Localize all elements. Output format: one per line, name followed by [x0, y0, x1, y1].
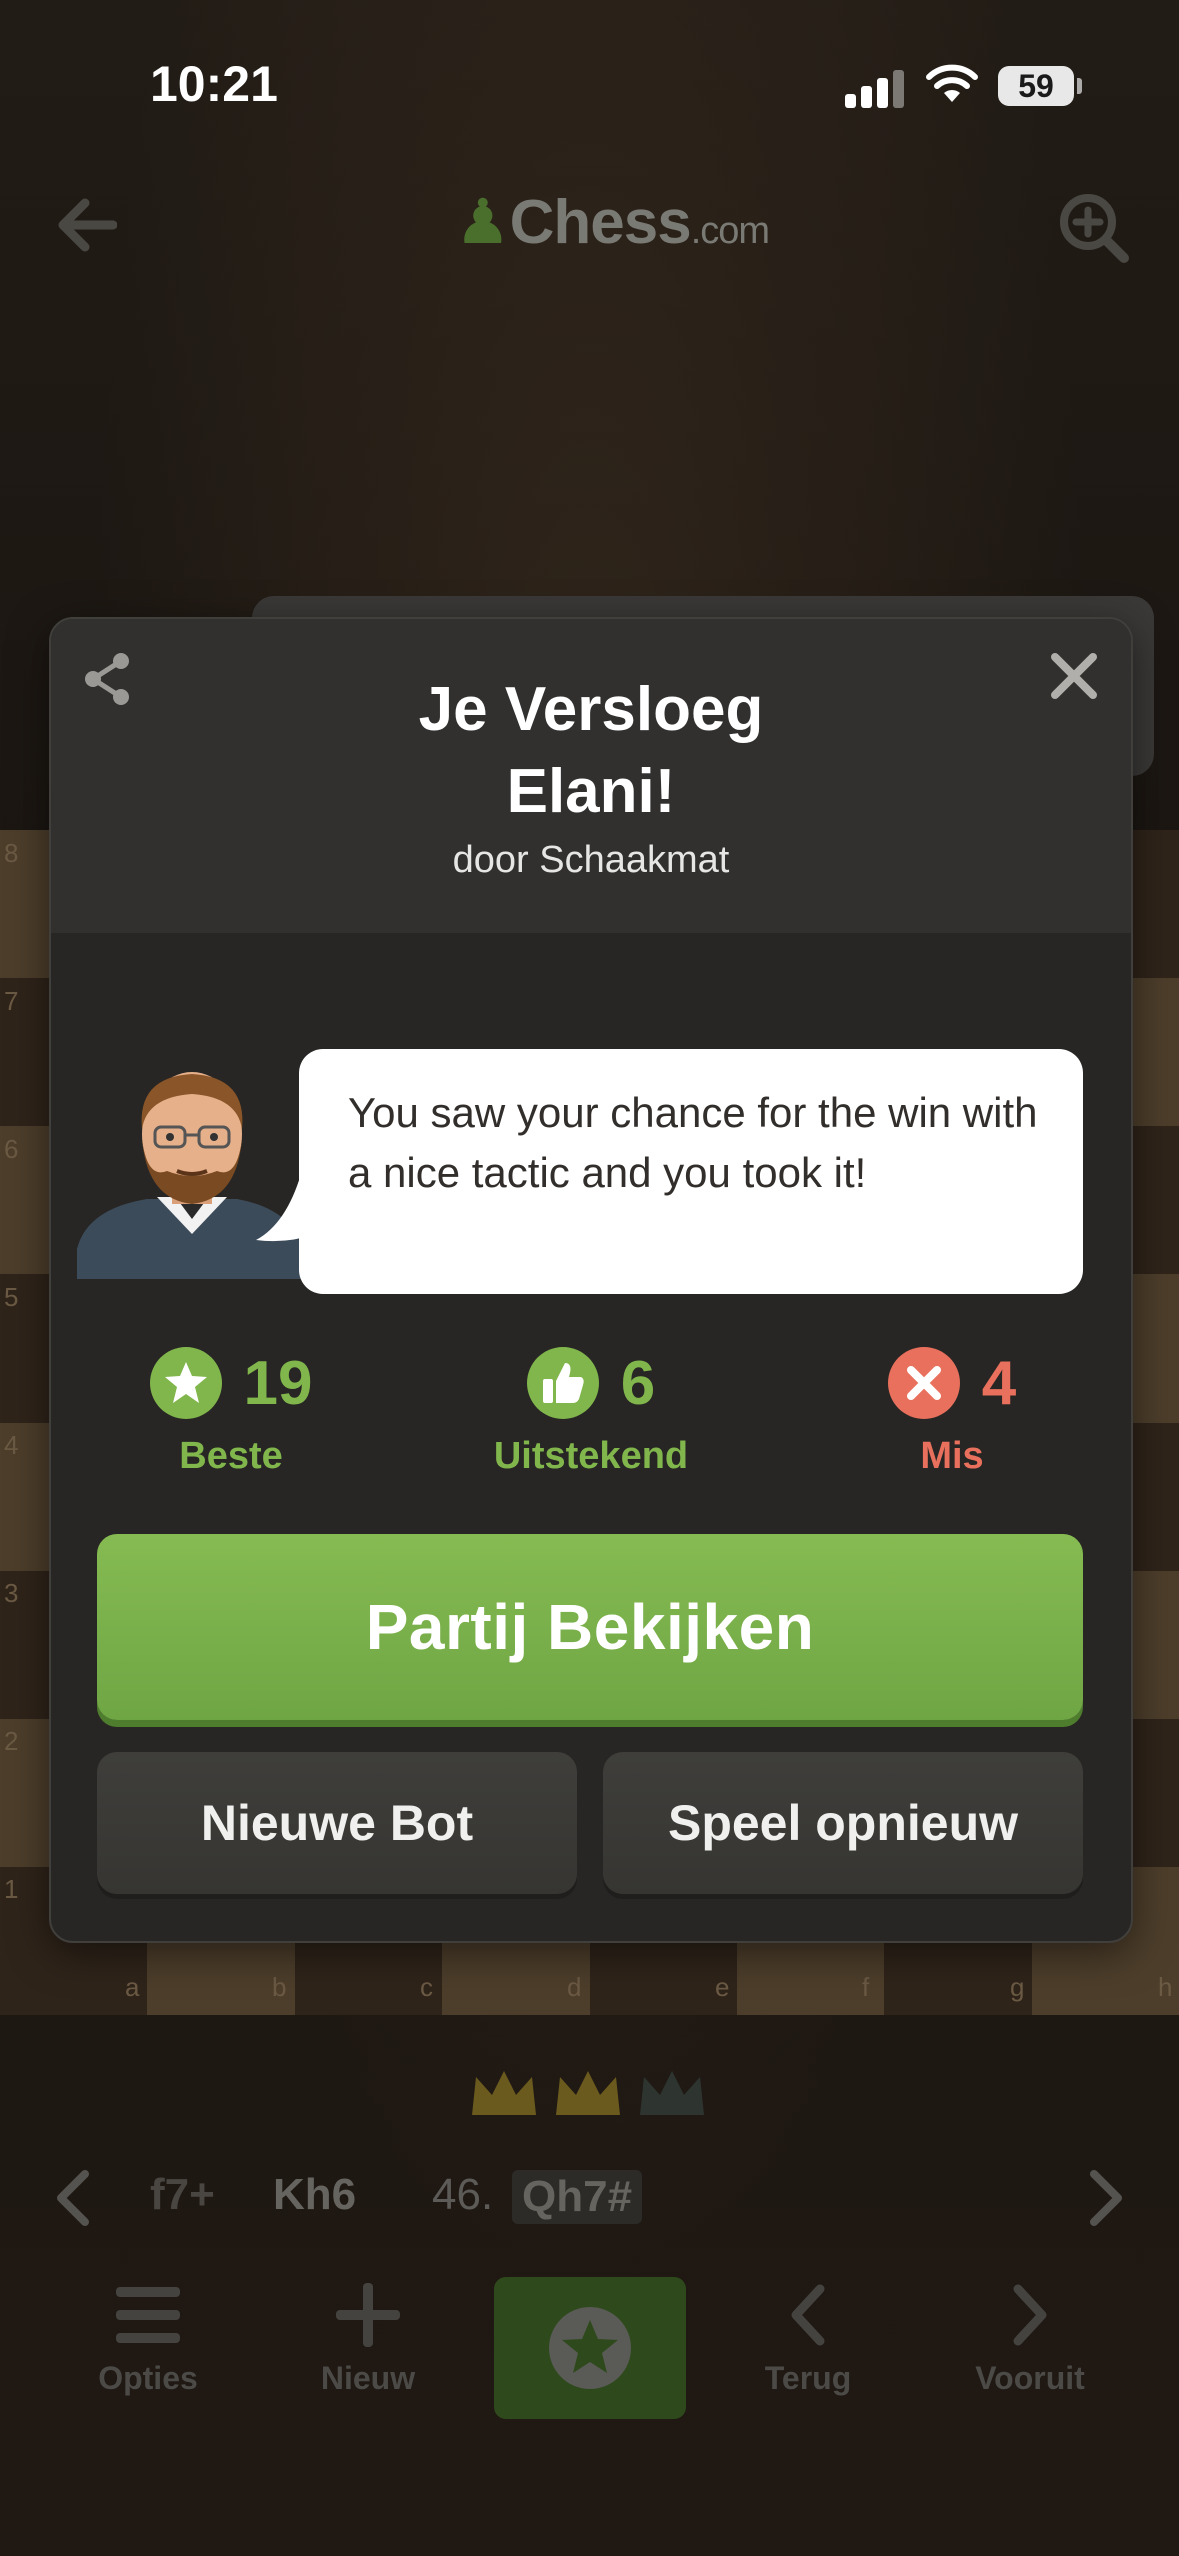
modal-subtitle: door Schaakmat [452, 839, 730, 881]
rank-label: 5 [4, 1282, 19, 1312]
modal-title: Je Versloeg Elani! [51, 669, 1131, 833]
chevron-left-icon[interactable] [55, 2170, 91, 2226]
new-bot-button[interactable]: Nieuwe Bot [97, 1752, 577, 1894]
file-label: h [1158, 1972, 1173, 2002]
move-item-current[interactable]: Qh7# [512, 2170, 643, 2224]
star-icon [149, 1347, 222, 1419]
rank-label: 6 [4, 1134, 19, 1164]
coach-speech-bubble: You saw your chance for the win with a n… [299, 1049, 1083, 1294]
x-circle-icon [887, 1347, 960, 1419]
file-label: b [272, 1972, 287, 2002]
stat-excellent-value: 6 [620, 1348, 656, 1418]
move-number: 46. [432, 2170, 494, 2219]
stat-miss-label: Mis [920, 1435, 984, 1477]
logo-text: Chess [509, 188, 692, 257]
review-game-button[interactable]: Partij Bekijken [97, 1534, 1083, 1720]
rank-label: 4 [4, 1430, 19, 1460]
file-label: d [567, 1972, 582, 2002]
stat-miss: 4 Mis [822, 1347, 1082, 1478]
battery-tip [1077, 78, 1082, 94]
stat-best-label: Beste [179, 1435, 283, 1477]
chevron-right-icon [1013, 2284, 1047, 2346]
modal-header: Je Versloeg Elani! door Schaakmat [51, 619, 1131, 933]
rank-label: 7 [4, 986, 19, 1016]
rank-label: 1 [4, 1874, 19, 1904]
crown-icon [472, 2071, 536, 2115]
stat-miss-value: 4 [981, 1348, 1017, 1418]
analysis-zoom-icon[interactable] [1058, 192, 1130, 264]
pawn-logo-icon: ♟ [455, 188, 511, 257]
new-label: Nieuw [320, 2360, 416, 2396]
plus-icon [336, 2283, 400, 2347]
move-item[interactable]: f7+ [150, 2170, 215, 2220]
move-item[interactable]: Kh6 [273, 2170, 356, 2220]
back-label: Terug [764, 2360, 852, 2396]
logo-suffix: .com [690, 210, 770, 252]
file-label: e [715, 1972, 730, 2002]
rank-label: 3 [4, 1578, 19, 1608]
chess-logo: ♟Chess.com [455, 185, 770, 258]
review-star-button[interactable] [494, 2277, 686, 2419]
title-line-1: Je Versloeg [418, 675, 764, 744]
star-icon [549, 2307, 631, 2389]
thumbs-up-icon [526, 1347, 599, 1419]
file-label: a [125, 1972, 140, 2002]
crown-rating [472, 2071, 704, 2115]
options-button[interactable]: Opties [63, 2270, 233, 2397]
options-label: Opties [98, 2360, 198, 2396]
file-label: g [1010, 1972, 1025, 2002]
file-label: f [862, 1972, 870, 2002]
bottom-toolbar: Opties Nieuw Terug Vooruit [0, 2270, 1179, 2430]
battery-indicator: 59 [998, 66, 1074, 106]
status-time: 10:21 [150, 56, 278, 112]
cellular-signal-icon [845, 70, 909, 108]
stat-best: 19 Beste [101, 1347, 361, 1478]
rank-label: 2 [4, 1726, 19, 1756]
coach-avatar [77, 1072, 307, 1279]
chevron-right-icon[interactable] [1088, 2170, 1124, 2226]
stat-excellent: 6 Uitstekend [461, 1347, 721, 1478]
back-button[interactable]: Terug [723, 2270, 893, 2397]
stat-best-value: 19 [243, 1348, 313, 1418]
move-list: f7+ Kh6 46. Qh7# [0, 2160, 1179, 2240]
top-nav: ♟Chess.com [0, 180, 1179, 280]
status-bar: 10:21 59 [0, 0, 1179, 150]
wifi-icon [926, 64, 978, 102]
rank-label: 8 [4, 838, 19, 868]
menu-icon [116, 2287, 180, 2343]
new-button[interactable]: Nieuw [283, 2270, 453, 2397]
file-label: c [420, 1972, 433, 2002]
forward-label: Vooruit [975, 2360, 1085, 2396]
play-again-button[interactable]: Speel opnieuw [603, 1752, 1083, 1894]
stat-excellent-label: Uitstekend [493, 1435, 689, 1477]
forward-button[interactable]: Vooruit [945, 2270, 1115, 2397]
chevron-left-icon [791, 2284, 825, 2346]
title-line-2: Elani! [506, 757, 676, 826]
game-over-modal: Je Versloeg Elani! door Schaakmat You sa… [49, 617, 1133, 1943]
crown-icon [556, 2071, 620, 2115]
crown-icon [640, 2071, 704, 2115]
back-arrow-icon[interactable] [55, 195, 117, 255]
